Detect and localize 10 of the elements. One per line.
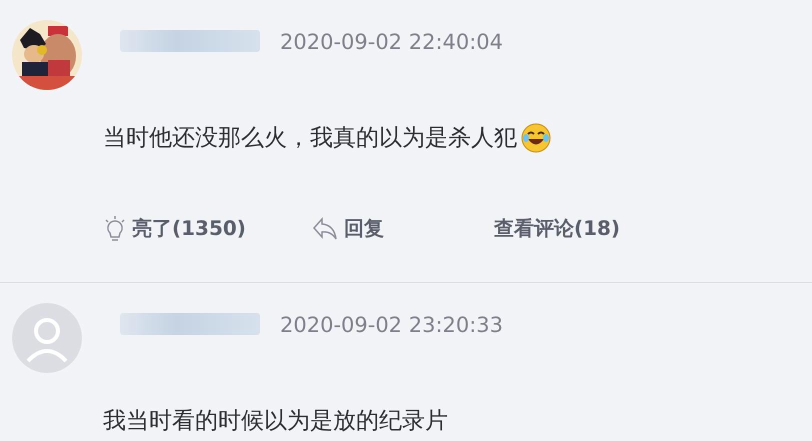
- view-button[interactable]: 查看评论(18): [494, 215, 620, 242]
- reply-button[interactable]: 回复: [312, 215, 384, 242]
- lightbulb-icon: [104, 216, 126, 242]
- comment-date: 2020-09-02 23:20:33: [280, 313, 504, 337]
- comment-date: 2020-09-02 22:40:04: [280, 30, 504, 54]
- reply-arrow-icon: [312, 216, 338, 240]
- like-button[interactable]: 亮了(1350): [104, 215, 246, 242]
- default-avatar-icon: [12, 303, 82, 373]
- comment-text: 当时他还没那么火，我真的以为是杀人犯: [103, 124, 517, 153]
- comment-text: 我当时看的时候以为是放的纪录片: [103, 407, 448, 436]
